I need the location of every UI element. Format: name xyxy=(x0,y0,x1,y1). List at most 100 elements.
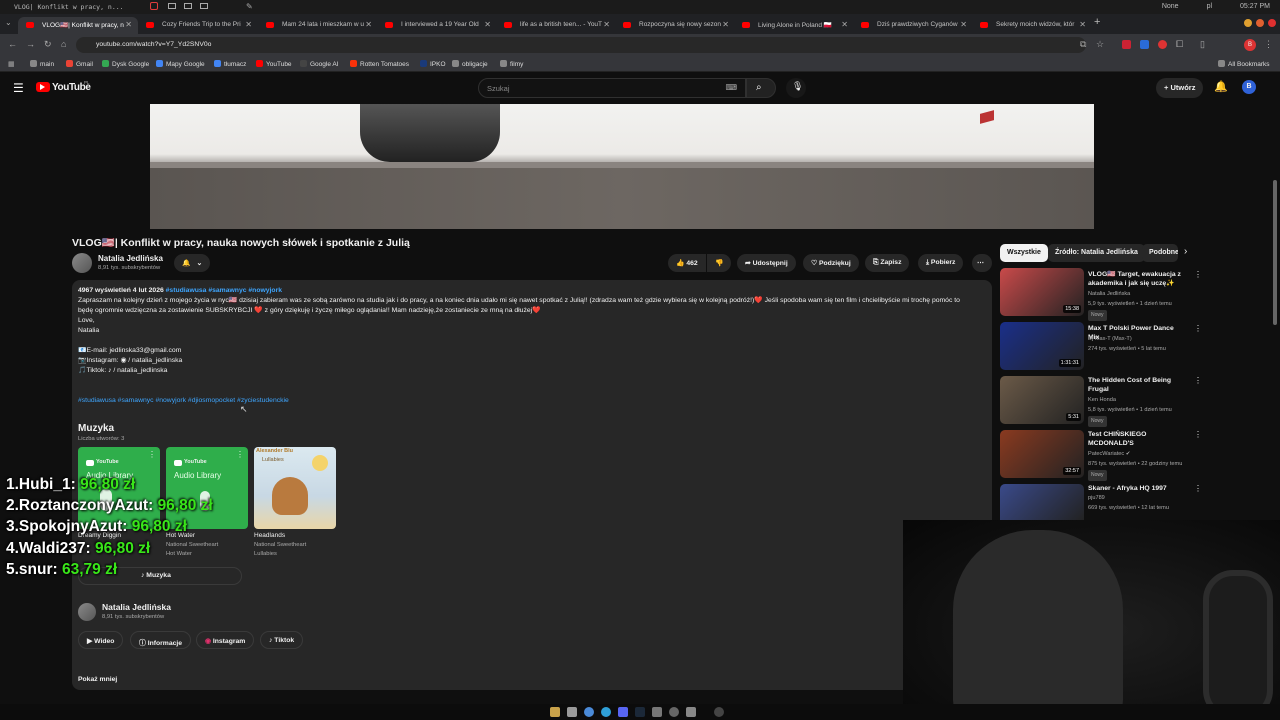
window-icon-2[interactable] xyxy=(184,3,192,9)
reload-icon[interactable]: ↻ xyxy=(44,39,52,50)
forward-icon[interactable]: → xyxy=(26,39,35,49)
video-player[interactable] xyxy=(0,104,1280,229)
description-hashtags[interactable]: #studiawusa #samawnyc #nowyjork #djiosmo… xyxy=(78,396,289,406)
sidebar-chip-all[interactable]: Wszystkie xyxy=(1000,244,1048,262)
sidebar-video-title[interactable]: The Hidden Cost of Being Frugal xyxy=(1088,376,1184,394)
bookmark-ipko[interactable]: IPKO xyxy=(420,60,446,68)
tab[interactable]: Rozpoczyna się nowy sezon ✕ xyxy=(615,17,735,34)
notes-icon[interactable] xyxy=(686,707,696,717)
pen-icon[interactable]: ✎ xyxy=(246,2,253,11)
install-icon[interactable]: ⧉ xyxy=(1080,39,1086,50)
tab[interactable]: I interviewed a 19 Year Old ✕ xyxy=(377,17,497,34)
dislike-button[interactable]: 👎 xyxy=(707,254,731,272)
sidebar-video-title[interactable]: VLOG🇺🇸 Target, ewakuacja z akademika i j… xyxy=(1088,270,1184,288)
search-input[interactable]: Szukaj ⌨ xyxy=(478,78,746,98)
bookmark-filmy[interactable]: filmy xyxy=(500,60,523,68)
close-tab-icon[interactable]: ✕ xyxy=(960,20,967,29)
bookmark-main[interactable]: main xyxy=(30,60,54,68)
bookmark-google-ai[interactable]: Google AI xyxy=(300,60,339,68)
extension-icon[interactable] xyxy=(1122,40,1131,49)
close-tab-icon[interactable]: ✕ xyxy=(841,20,848,29)
bookmark-star-icon[interactable]: ☆ xyxy=(1096,39,1104,50)
video-menu-icon[interactable]: ⋮ xyxy=(1194,484,1202,493)
profile-avatar[interactable]: B xyxy=(1244,39,1256,51)
voice-search-button[interactable]: 🎙 xyxy=(786,78,806,98)
close-tab-icon[interactable]: ✕ xyxy=(1079,20,1086,29)
new-tab-icon[interactable]: + xyxy=(1094,16,1100,28)
channel-info-button[interactable]: ⓘ Informacje xyxy=(130,631,192,649)
close-tab-icon[interactable]: ✕ xyxy=(365,20,372,29)
sidebar-video-thumbnail[interactable] xyxy=(1000,484,1084,520)
window-icon[interactable] xyxy=(168,3,176,9)
notifications-bell-icon[interactable]: 🔔 xyxy=(1214,80,1228,93)
page-scrollbar[interactable] xyxy=(1273,180,1277,325)
discord-icon[interactable] xyxy=(618,707,628,717)
bookmark-youtube[interactable]: YouTube xyxy=(256,60,292,68)
create-button[interactable]: + Utwórz xyxy=(1156,78,1204,98)
url-field[interactable]: youtube.com/watch?v=Y7_Yd2SNV0o xyxy=(76,37,1086,53)
menu-dots-icon[interactable]: ⋮ xyxy=(1264,39,1273,50)
tray-lang-label[interactable]: pl xyxy=(1207,3,1212,10)
editor-icon[interactable] xyxy=(567,707,577,717)
tab[interactable]: life as a british teen... - YouT ✕ xyxy=(496,17,616,34)
sidebar-video-thumbnail[interactable]: 15:38 xyxy=(1000,268,1084,316)
download-button[interactable]: ⤓ Pobierz xyxy=(918,254,964,272)
sidebar-chip-similar[interactable]: Podobne xyxy=(1142,244,1178,262)
account-avatar[interactable]: B xyxy=(1242,80,1256,94)
sidebar-chip-source[interactable]: Źródło: Natalia Jedlińska xyxy=(1048,244,1145,262)
extension-adblock-icon[interactable] xyxy=(1158,40,1167,49)
bookmark-rotten-tomatoes[interactable]: Rotten Tomatoes xyxy=(350,60,409,68)
close-tab-icon[interactable]: ✕ xyxy=(125,20,132,29)
card-menu-icon[interactable]: ⋮ xyxy=(236,450,244,459)
chevron-right-icon[interactable]: › xyxy=(1184,246,1187,257)
video-menu-icon[interactable]: ⋮ xyxy=(1194,430,1202,439)
keyboard-icon[interactable]: ⌨ xyxy=(725,83,737,92)
video-menu-icon[interactable]: ⋮ xyxy=(1194,376,1202,385)
tab[interactable]: Sekrety moich widzów, któr ✕ xyxy=(972,17,1092,34)
tab[interactable]: Cozy Friends Trip to the Pri ✕ xyxy=(138,17,258,34)
bookmark-drive[interactable]: Dysk Google xyxy=(102,60,149,68)
maximize-icon[interactable] xyxy=(1256,19,1264,27)
video-menu-icon[interactable]: ⋮ xyxy=(1194,270,1202,279)
file-manager-icon[interactable] xyxy=(550,707,560,717)
music-card[interactable]: Alexander Blu Lullabies xyxy=(254,447,336,529)
bookmark-obligacje[interactable]: obligacje xyxy=(452,60,488,68)
sidebar-video-title[interactable]: Test CHIŃSKIEGO MCDONALD'S xyxy=(1088,430,1184,448)
channel-name[interactable]: Natalia Jedlińska xyxy=(102,602,171,612)
subscribe-bell-button[interactable]: 🔔 ⌄ xyxy=(174,254,210,272)
channel-name[interactable]: Natalia Jedlińska xyxy=(98,254,163,263)
card-menu-icon[interactable]: ⋮ xyxy=(148,450,156,459)
sidebar-video-thumbnail[interactable]: 32:57 xyxy=(1000,430,1084,478)
sidebar-panel-icon[interactable]: ▯ xyxy=(1200,39,1205,50)
description-tiktok[interactable]: 🎵Tiktok: ♪ / natalia_jedlinska xyxy=(78,366,167,376)
tab[interactable]: Dziś prawdziwych Cyganów ✕ xyxy=(853,17,973,34)
thanks-button[interactable]: ♡ Podziękuj xyxy=(803,254,859,272)
close-tab-icon[interactable]: ✕ xyxy=(603,20,610,29)
tab-active[interactable]: VLOG🇺🇸| Konflikt w pracy, n ✕ xyxy=(18,17,138,34)
sidebar-video-title[interactable]: Skaner - Afryka HQ 1997 xyxy=(1088,484,1184,493)
obs-icon[interactable] xyxy=(669,707,679,717)
like-button[interactable]: 👍 462 xyxy=(668,254,706,272)
close-window-icon[interactable] xyxy=(1268,19,1276,27)
tab[interactable]: Mam 24 lata i mieszkam w u ✕ xyxy=(258,17,378,34)
description-instagram[interactable]: 📷Instagram: ◉ / natalia_jedlinska xyxy=(78,356,182,366)
sidebar-video-thumbnail[interactable]: 5:31 xyxy=(1000,376,1084,424)
home-icon[interactable]: ⌂ xyxy=(61,39,66,49)
recorder-icon[interactable] xyxy=(714,707,724,717)
more-actions-button[interactable]: ⋯ xyxy=(972,254,992,272)
video-menu-icon[interactable]: ⋮ xyxy=(1194,324,1202,333)
channel-videos-button[interactable]: ▶ Wideo xyxy=(78,631,124,649)
all-bookmarks[interactable]: All Bookmarks xyxy=(1218,60,1270,68)
extensions-puzzle-icon[interactable]: ⧠ xyxy=(1176,39,1183,50)
sidebar-video-thumbnail[interactable]: 1:31:31 xyxy=(1000,322,1084,370)
minimize-icon[interactable] xyxy=(1244,19,1252,27)
channel-tiktok-button[interactable]: ♪ Tiktok xyxy=(260,631,304,649)
apps-grid-icon[interactable]: ▦ xyxy=(8,60,15,68)
back-icon[interactable]: ← xyxy=(8,39,17,49)
hamburger-menu-icon[interactable]: ☰ xyxy=(13,81,24,95)
share-button[interactable]: ➦ Udostępnij xyxy=(737,254,796,272)
close-tab-icon[interactable]: ✕ xyxy=(245,20,252,29)
tab[interactable]: Living Alone in Poland 🇵🇱 ✕ xyxy=(734,17,854,34)
browser-icon[interactable] xyxy=(584,707,594,717)
save-button[interactable]: ⎘ Zapisz xyxy=(865,254,910,272)
